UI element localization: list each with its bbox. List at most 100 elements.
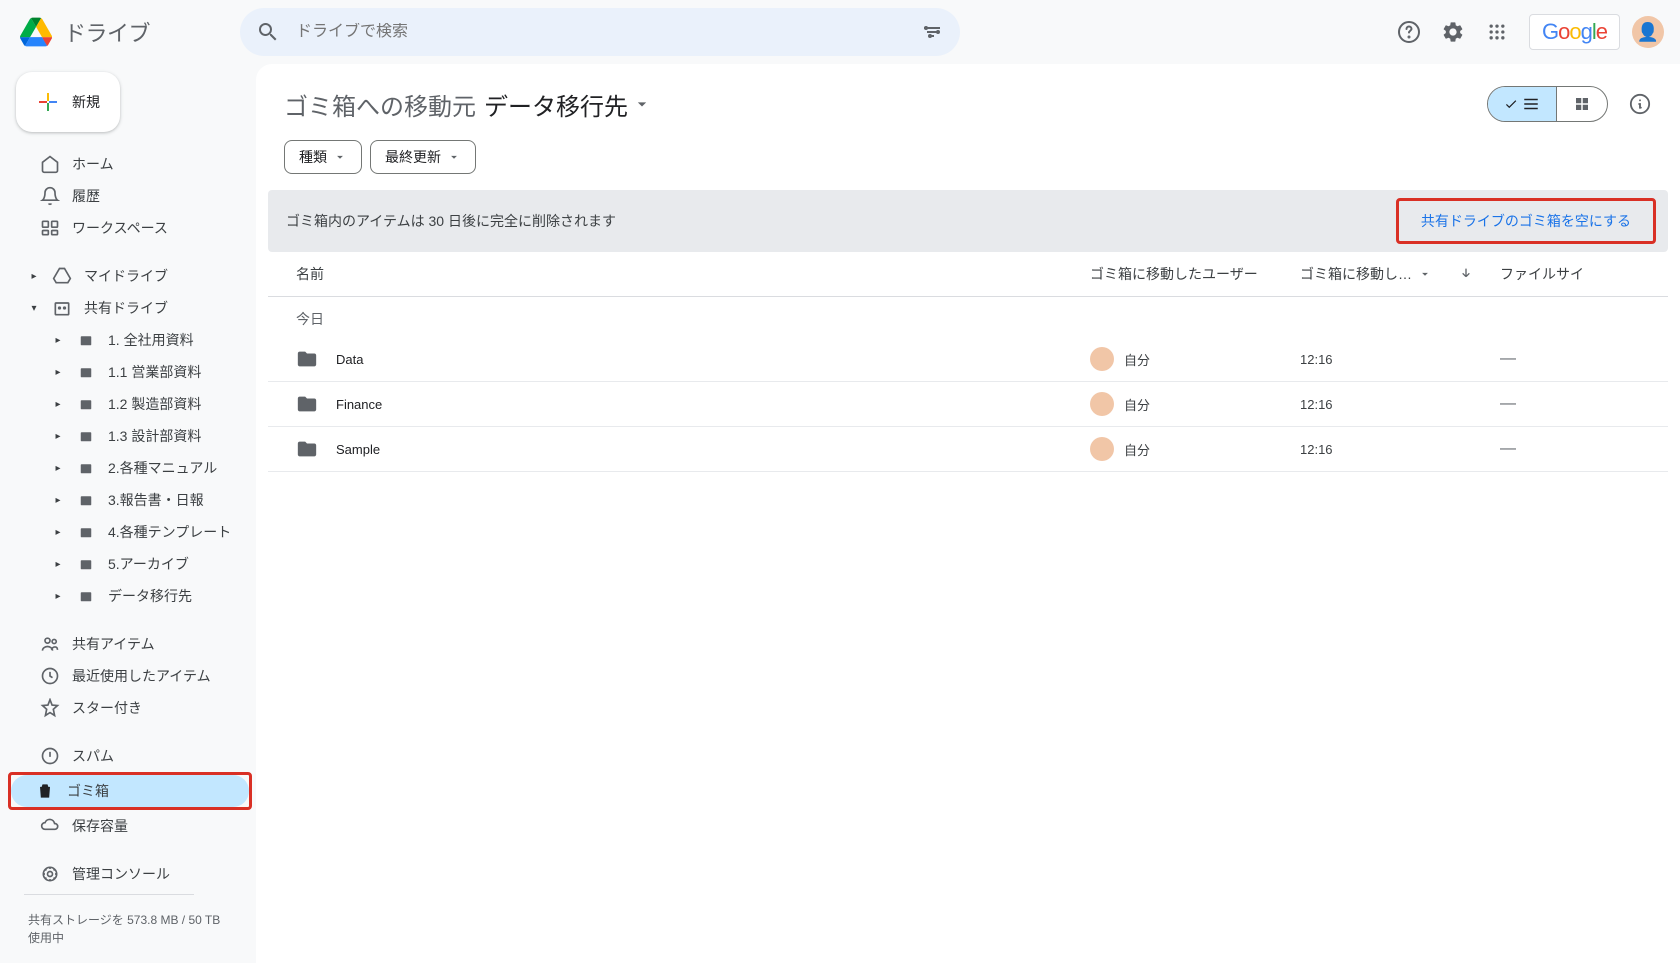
mydrive-icon — [52, 266, 72, 286]
account-avatar[interactable]: 👤 — [1632, 16, 1664, 48]
sidebar-item-label: データ移行先 — [108, 586, 192, 606]
sidebar-item-shareddrive[interactable]: ▾ 共有ドライブ — [16, 292, 244, 324]
chevron-right-icon[interactable]: ▸ — [52, 494, 64, 506]
row-size: — — [1500, 395, 1640, 413]
chevron-right-icon[interactable]: ▸ — [52, 430, 64, 442]
row-date: 12:16 — [1300, 442, 1500, 457]
sidebar-item-shared[interactable]: 共有アイテム — [16, 628, 244, 660]
home-icon — [40, 154, 60, 174]
user-avatar — [1090, 347, 1114, 371]
arrow-down-icon — [1458, 266, 1474, 282]
row-name: Data — [336, 352, 363, 367]
sidebar-item-label: 共有アイテム — [72, 634, 155, 654]
chevron-down-icon — [1418, 267, 1432, 281]
col-header-user[interactable]: ゴミ箱に移動したユーザー — [1090, 264, 1300, 284]
col-header-size[interactable]: ファイルサイ — [1500, 264, 1640, 284]
search-options-icon[interactable] — [912, 12, 952, 52]
chevron-right-icon[interactable]: ▸ — [52, 462, 64, 474]
sidebar-item-label: 最近使用したアイテム — [72, 666, 211, 686]
sidebar-item-label: 1.3 設計部資料 — [108, 426, 201, 446]
chevron-right-icon[interactable]: ▸ — [52, 366, 64, 378]
sidebar-item-spam[interactable]: スパム — [16, 740, 244, 772]
sidebar-item-label: 履歴 — [72, 186, 100, 206]
sidebar-item-label: ワークスペース — [72, 218, 168, 238]
sidebar-item-label: スパム — [72, 746, 114, 766]
sidebar-shared-child[interactable]: ▸ 3.報告書・日報 — [16, 484, 244, 516]
sidebar-item-label: マイドライブ — [84, 266, 168, 286]
table-row[interactable]: Sample 自分 12:16 — — [268, 427, 1668, 472]
sidebar-item-activity[interactable]: 履歴 — [16, 180, 244, 212]
filter-type[interactable]: 種類 — [284, 140, 362, 174]
cloud-icon — [40, 816, 60, 836]
table-row[interactable]: Finance 自分 12:16 — — [268, 382, 1668, 427]
grid-view-button[interactable] — [1556, 87, 1607, 121]
highlight-annotation: 共有ドライブのゴミ箱を空にする — [1396, 198, 1656, 244]
table-row[interactable]: Data 自分 12:16 — — [268, 337, 1668, 382]
sidebar-item-label: 1. 全社用資料 — [108, 330, 194, 350]
workspace-icon — [40, 218, 60, 238]
bell-icon — [40, 186, 60, 206]
empty-trash-button[interactable]: 共有ドライブのゴミ箱を空にする — [1409, 207, 1643, 235]
view-toggle — [1487, 86, 1608, 122]
spam-icon — [40, 746, 60, 766]
help-icon[interactable] — [1389, 12, 1429, 52]
sidebar-shared-child[interactable]: ▸2.各種マニュアル — [16, 452, 244, 484]
sidebar-item-label: 3.報告書・日報 — [108, 490, 204, 510]
chevron-right-icon[interactable]: ▸ — [52, 590, 64, 602]
sidebar-shared-child[interactable]: ▸1.2 製造部資料 — [16, 388, 244, 420]
sidebar-item-trash[interactable]: ゴミ箱 — [11, 775, 249, 807]
sidebar-item-storage[interactable]: 保存容量 — [16, 810, 244, 842]
sidebar-item-starred[interactable]: スター付き — [16, 692, 244, 724]
breadcrumb: ゴミ箱への移動元 データ移行先 — [284, 87, 652, 122]
new-button-label: 新規 — [72, 92, 100, 112]
sidebar-item-recent[interactable]: 最近使用したアイテム — [16, 660, 244, 692]
google-logo[interactable]: Google — [1529, 14, 1620, 50]
sidebar-shared-child[interactable]: ▸ 1. 全社用資料 — [16, 324, 244, 356]
sidebar-item-home[interactable]: ホーム — [16, 148, 244, 180]
chevron-right-icon[interactable]: ▸ — [52, 558, 64, 570]
info-icon[interactable] — [1620, 84, 1660, 124]
chevron-down-icon — [333, 150, 347, 164]
apps-icon[interactable] — [1477, 12, 1517, 52]
sidebar-shared-child[interactable]: ▸5.アーカイブ — [16, 548, 244, 580]
sidebar-item-label: 1.1 営業部資料 — [108, 362, 201, 382]
folder-icon — [296, 438, 318, 460]
col-header-date[interactable]: ゴミ箱に移動し… — [1300, 264, 1500, 284]
search-icon[interactable] — [248, 12, 288, 52]
breadcrumb-current[interactable]: データ移行先 — [484, 87, 652, 122]
trash-icon — [35, 781, 55, 801]
list-view-button[interactable] — [1488, 87, 1556, 121]
col-header-name[interactable]: 名前 — [296, 264, 1090, 284]
search-input[interactable] — [288, 23, 912, 41]
storage-text: 共有ストレージを 573.8 MB / 50 TB 使用中 — [16, 903, 244, 955]
settings-icon[interactable] — [1433, 12, 1473, 52]
sidebar-item-label: 保存容量 — [72, 816, 128, 836]
list-icon — [1522, 95, 1540, 113]
table-header: 名前 ゴミ箱に移動したユーザー ゴミ箱に移動し… ファイルサイ — [268, 252, 1668, 297]
banner-text: ゴミ箱内のアイテムは 30 日後に完全に削除されます — [286, 211, 616, 231]
chevron-right-icon[interactable]: ▸ — [28, 270, 40, 282]
drive-logo-area[interactable]: ドライブ — [16, 12, 240, 52]
chevron-down-icon[interactable]: ▾ — [28, 302, 40, 314]
chevron-right-icon[interactable]: ▸ — [52, 334, 64, 346]
clock-icon — [40, 666, 60, 686]
sidebar-shared-child[interactable]: ▸ 1.3 設計部資料 — [16, 420, 244, 452]
row-date: 12:16 — [1300, 397, 1500, 412]
row-name: Sample — [336, 442, 380, 457]
chevron-right-icon[interactable]: ▸ — [52, 526, 64, 538]
sidebar-item-admin[interactable]: 管理コンソール — [16, 858, 244, 890]
row-user: 自分 — [1124, 395, 1150, 414]
sidebar-shared-child[interactable]: ▸4.各種テンプレート — [16, 516, 244, 548]
new-button[interactable]: 新規 — [16, 72, 120, 132]
sidebar-shared-child[interactable]: ▸ データ移行先 — [16, 580, 244, 612]
chevron-down-icon — [632, 94, 652, 114]
filter-modified[interactable]: 最終更新 — [370, 140, 476, 174]
user-avatar — [1090, 437, 1114, 461]
sidebar-shared-child[interactable]: ▸ 1.1 営業部資料 — [16, 356, 244, 388]
chevron-right-icon[interactable]: ▸ — [52, 398, 64, 410]
shareddrive-icon — [76, 394, 96, 414]
sidebar-item-mydrive[interactable]: ▸ マイドライブ — [16, 260, 244, 292]
people-icon — [40, 634, 60, 654]
folder-icon — [296, 393, 318, 415]
sidebar-item-workspace[interactable]: ワークスペース — [16, 212, 244, 244]
